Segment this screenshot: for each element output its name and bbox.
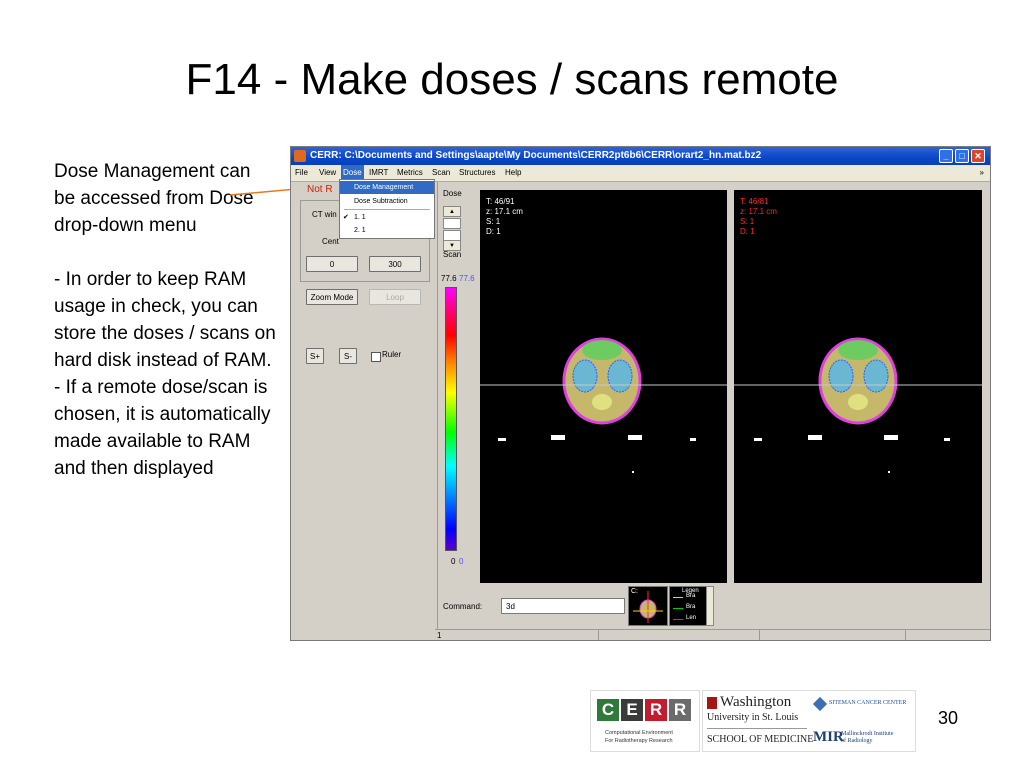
- mir-name: Mallinckrodt Institute of Radiology: [841, 731, 894, 745]
- status-bar: 1: [435, 629, 990, 640]
- s-plus-button[interactable]: S+: [306, 348, 324, 364]
- legend-swatch-2: [673, 608, 683, 609]
- dose-1-label: 1. 1: [354, 214, 366, 221]
- wustl-divider: [707, 728, 807, 729]
- wustl-name: Washington: [720, 694, 792, 710]
- colorbar-min-value-2: 0: [459, 557, 464, 566]
- cerr-caption-2: For Radiotherapy Research: [605, 738, 673, 744]
- center-label: Cent: [322, 237, 339, 246]
- dose-label: Dose: [443, 189, 462, 198]
- ruler-checkbox[interactable]: [371, 352, 381, 362]
- legend-scrollbar[interactable]: [706, 586, 714, 626]
- scan-label: Scan: [443, 250, 462, 259]
- wustl-logo: Washington University in St. Louis SCHOO…: [702, 690, 916, 752]
- wustl-shield-icon: [707, 697, 717, 709]
- status-divider-3: [905, 630, 906, 640]
- cerr-caption-1: Computational Environment: [605, 730, 673, 736]
- siteman-name: SITEMAN CANCER CENTER: [829, 700, 907, 706]
- zoom-mode-button[interactable]: Zoom Mode: [306, 289, 358, 305]
- menu-item-dose-2[interactable]: 2. 1: [340, 224, 434, 237]
- cerr-logo: C E R R Computational Environment For Ra…: [590, 690, 700, 752]
- dose-colorbar[interactable]: [445, 287, 457, 551]
- menu-item-dose-subtraction[interactable]: Dose Subtraction: [340, 195, 434, 208]
- colorbar-column: Dose ▲ ▼ Scan 77.6 77.6 0 0: [437, 182, 479, 582]
- colorbar-max-value-2: 77.6: [459, 274, 475, 283]
- image-viewer-1[interactable]: T: 46/91 z: 17.1 cm S: 1 D: 1: [480, 190, 727, 583]
- ruler-label: Ruler: [382, 350, 402, 359]
- minimize-button[interactable]: _: [939, 149, 953, 163]
- siteman-diamond-icon: [812, 696, 828, 712]
- window-titlebar[interactable]: CERR: C:\Documents and Settings\aapte\My…: [291, 147, 990, 165]
- legend-swatch-1: [673, 597, 683, 598]
- wustl-subname: University in St. Louis: [707, 712, 799, 723]
- s-minus-button[interactable]: S-: [339, 348, 357, 364]
- menu-help[interactable]: Help: [505, 165, 521, 181]
- menu-view[interactable]: View: [319, 165, 336, 181]
- not-ready-label: Not R: [307, 184, 333, 195]
- scroll-track[interactable]: [443, 218, 461, 229]
- cerr-letter-r1: R: [645, 699, 667, 721]
- ct-window-label: CT win: [312, 210, 337, 219]
- cerr-letter-r2: R: [669, 699, 691, 721]
- range-low-field[interactable]: 0: [306, 256, 358, 272]
- menu-file[interactable]: File: [295, 165, 308, 181]
- colorbar-min-value: 0: [451, 557, 456, 566]
- dose-2-label: 2. 1: [354, 227, 366, 234]
- dose-dropdown-menu: Dose Management Dose Subtraction ✔ 1. 1 …: [339, 179, 435, 239]
- command-label: Command:: [443, 602, 483, 611]
- mir-initials: MIR: [813, 729, 844, 745]
- status-divider-2: [759, 630, 760, 640]
- school-of-medicine: SCHOOL OF MEDICINE: [707, 734, 814, 745]
- image-viewer-2[interactable]: T: 46/81 z: 17.1 cm S: 1 D: 1: [734, 190, 982, 583]
- mir-name-line-2: of Radiology: [841, 738, 873, 744]
- cerr-letter-c: C: [597, 699, 619, 721]
- viewer-2-image: [734, 337, 982, 473]
- maximize-button[interactable]: □: [955, 149, 969, 163]
- loop-button[interactable]: Loop: [369, 289, 421, 305]
- structure-legend: Legen Bra Bra Len: [669, 586, 707, 626]
- checkmark-icon: ✔: [343, 214, 349, 221]
- page-number: 30: [938, 708, 959, 728]
- menu-separator: [344, 209, 430, 210]
- status-divider-1: [598, 630, 599, 640]
- footer-logos: C E R R Computational Environment For Ra…: [590, 690, 916, 752]
- colorbar-max-value: 77.6: [441, 274, 457, 283]
- legend-swatch-3: [673, 619, 683, 620]
- scroll-up-button[interactable]: ▲: [443, 206, 461, 217]
- matlab-app-icon: [294, 150, 306, 162]
- thumbnail-image: [633, 591, 663, 623]
- left-control-panel: Not R CT win Cent 0 300 Zoom Mode Loop S…: [291, 182, 438, 640]
- menu-structures[interactable]: Structures: [459, 165, 495, 181]
- command-input[interactable]: 3d: [501, 598, 625, 614]
- legend-item-3: Len: [686, 615, 697, 621]
- menu-item-dose-1[interactable]: ✔ 1. 1: [340, 211, 434, 224]
- window-title: CERR: C:\Documents and Settings\aapte\My…: [310, 150, 762, 161]
- navigation-thumbnail[interactable]: C:: [628, 586, 668, 626]
- legend-item-1: Bra: [686, 593, 696, 599]
- range-high-field[interactable]: 300: [369, 256, 421, 272]
- close-button[interactable]: ✕: [971, 149, 985, 163]
- menu-item-dose-management[interactable]: Dose Management: [340, 181, 434, 194]
- viewer-1-image: [480, 337, 727, 473]
- menu-overflow-icon[interactable]: »: [980, 165, 984, 181]
- status-cell-1: 1: [437, 631, 442, 640]
- mir-name-line-1: Mallinckrodt Institute: [841, 731, 894, 737]
- legend-item-2: Bra: [686, 604, 696, 610]
- cerr-letter-e: E: [621, 699, 643, 721]
